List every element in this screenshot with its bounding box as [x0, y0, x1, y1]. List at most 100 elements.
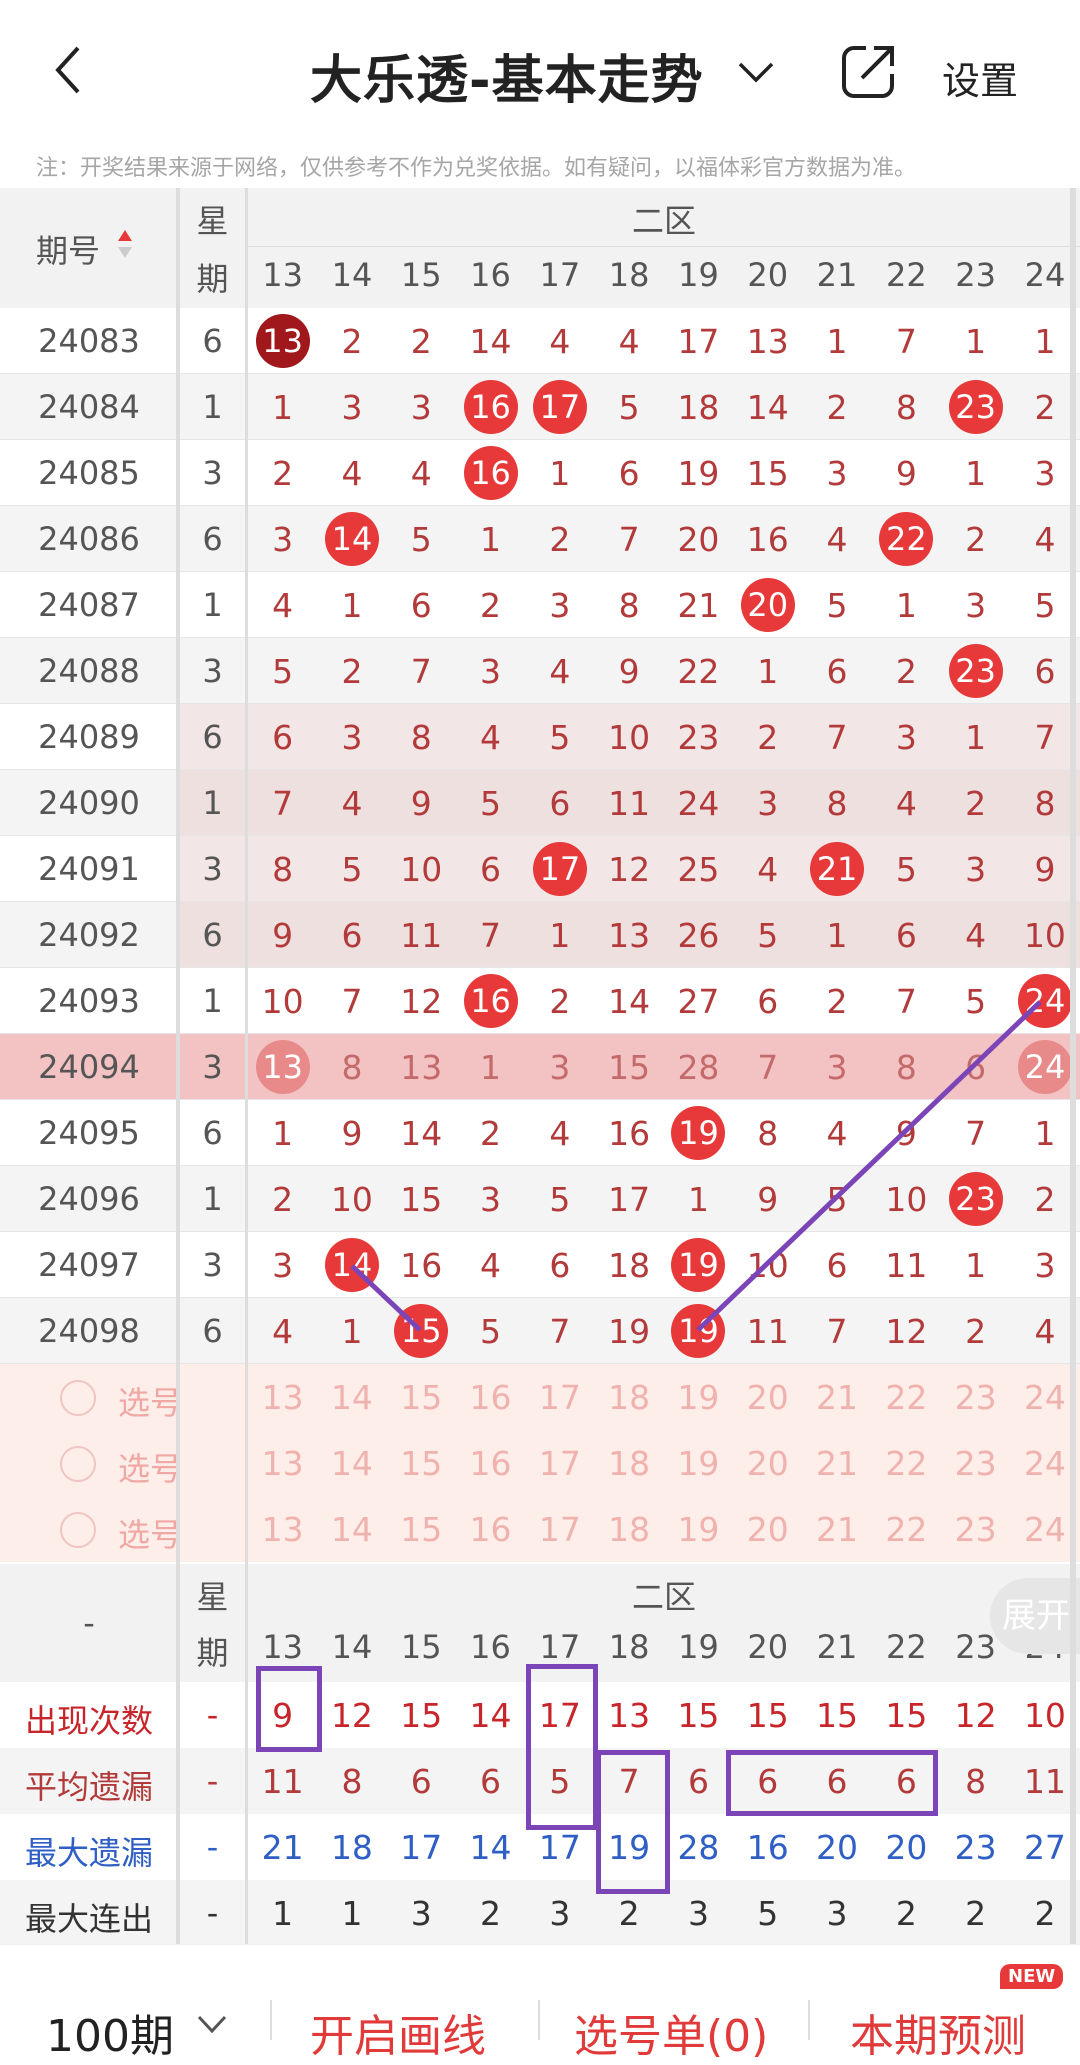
- footer-separator: [808, 2000, 810, 2040]
- pick-number[interactable]: 22: [872, 1444, 941, 1483]
- stats-value: 2: [895, 1894, 917, 1933]
- stats-value: 3: [687, 1894, 709, 1933]
- pick-number[interactable]: 17: [525, 1444, 594, 1483]
- expand-button[interactable]: 展开: [990, 1578, 1080, 1654]
- pick-label[interactable]: 选号: [118, 1444, 182, 1490]
- stats-value: 20: [885, 1828, 928, 1867]
- scrollbar[interactable]: [1070, 188, 1076, 1944]
- pick-number[interactable]: 19: [664, 1510, 733, 1549]
- predict-button[interactable]: 本期预测: [850, 2000, 1026, 2064]
- chevron-down-icon[interactable]: [196, 2014, 228, 2036]
- column-header: 14: [331, 1628, 373, 1666]
- stats-value: 13: [608, 1696, 651, 1735]
- pick-radio[interactable]: [60, 1446, 96, 1482]
- pick-number[interactable]: 23: [941, 1444, 1010, 1483]
- pick-number[interactable]: 13: [248, 1378, 317, 1417]
- trend-line-2: [696, 1000, 1042, 1332]
- pick-number[interactable]: 14: [317, 1444, 386, 1483]
- stats-value: 5: [757, 1894, 779, 1933]
- stats-label: 最大连出: [24, 1900, 153, 1938]
- stats-label: 出现次数: [24, 1702, 153, 1740]
- pick-list-button[interactable]: 选号单(0): [574, 2000, 768, 2064]
- pick-number[interactable]: 22: [872, 1378, 941, 1417]
- pick-number[interactable]: 17: [525, 1378, 594, 1417]
- pick-number[interactable]: 18: [595, 1444, 664, 1483]
- pick-number[interactable]: 16: [456, 1444, 525, 1483]
- stats-value: 18: [330, 1828, 373, 1867]
- highlight-box-4: [726, 1750, 938, 1816]
- stats-value: 28: [677, 1828, 720, 1867]
- stats-dash: -: [206, 1894, 219, 1932]
- pick-number[interactable]: 23: [941, 1510, 1010, 1549]
- pick-label[interactable]: 选号: [118, 1378, 182, 1424]
- stats-value: 14: [469, 1828, 512, 1867]
- stats-value: 2: [618, 1894, 640, 1933]
- highlight-box-2: [526, 1664, 598, 1830]
- pick-number[interactable]: 15: [387, 1378, 456, 1417]
- column-header: 20: [747, 1628, 789, 1666]
- pick-number[interactable]: 16: [456, 1510, 525, 1549]
- column-header: 15: [400, 1628, 442, 1666]
- column-header: 18: [608, 1628, 650, 1666]
- stats-value: 15: [400, 1696, 443, 1735]
- pick-number[interactable]: 15: [387, 1510, 456, 1549]
- pick-number[interactable]: 21: [802, 1444, 871, 1483]
- stats-zone-header: 二区: [631, 1578, 696, 1616]
- pick-number[interactable]: 15: [387, 1444, 456, 1483]
- stats-value: 3: [826, 1894, 848, 1933]
- pick-number[interactable]: 20: [733, 1378, 802, 1417]
- draw-lines-button[interactable]: 开启画线: [310, 2000, 486, 2064]
- pick-number[interactable]: 19: [664, 1444, 733, 1483]
- pick-number[interactable]: 18: [595, 1510, 664, 1549]
- pick-radio[interactable]: [60, 1380, 96, 1416]
- stats-value: 15: [677, 1696, 720, 1735]
- stats-label: 最大遗漏: [24, 1834, 153, 1872]
- pick-number[interactable]: 22: [872, 1510, 941, 1549]
- pick-number[interactable]: 13: [248, 1444, 317, 1483]
- pick-radio[interactable]: [60, 1512, 96, 1548]
- pick-number[interactable]: 13: [248, 1510, 317, 1549]
- stats-value: 15: [746, 1696, 789, 1735]
- footer-separator: [538, 2000, 540, 2040]
- stats-value: 20: [816, 1828, 859, 1867]
- stats-week-header-1: 星: [196, 1578, 229, 1616]
- stats-week-header-2: 期: [196, 1634, 229, 1672]
- pick-number[interactable]: 14: [317, 1378, 386, 1417]
- pick-number[interactable]: 18: [595, 1378, 664, 1417]
- pick-number[interactable]: 20: [733, 1444, 802, 1483]
- stats-value: 2: [480, 1894, 502, 1933]
- stats-value: 14: [469, 1696, 512, 1735]
- pick-number[interactable]: 21: [802, 1510, 871, 1549]
- divider: [245, 188, 248, 1944]
- stats-value: 17: [538, 1828, 581, 1867]
- column-header: 21: [816, 1628, 858, 1666]
- stats-value: 15: [816, 1696, 859, 1735]
- pick-number[interactable]: 20: [733, 1510, 802, 1549]
- highlight-box-1: [256, 1666, 322, 1752]
- stats-value: 6: [687, 1762, 709, 1801]
- column-header: 17: [539, 1628, 581, 1666]
- stats-value: 3: [549, 1894, 571, 1933]
- column-header: 13: [262, 1628, 303, 1666]
- pick-label[interactable]: 选号: [118, 1510, 182, 1556]
- stats-value: 15: [885, 1696, 928, 1735]
- stats-value: 23: [954, 1828, 997, 1867]
- pick-number[interactable]: 19: [664, 1378, 733, 1417]
- footer-separator: [270, 2000, 272, 2040]
- stats-value: 12: [954, 1696, 997, 1735]
- column-header: 19: [678, 1628, 719, 1666]
- stats-dash-header: -: [83, 1604, 95, 1642]
- pick-number[interactable]: 16: [456, 1378, 525, 1417]
- stats-value: 1: [341, 1894, 363, 1933]
- column-header: 22: [885, 1628, 927, 1666]
- pick-number[interactable]: 14: [317, 1510, 386, 1549]
- stats-value: 16: [746, 1828, 789, 1867]
- period-selector[interactable]: 100期: [46, 2000, 174, 2064]
- stats-value: 8: [341, 1762, 363, 1801]
- trend-line-1: [350, 1264, 422, 1332]
- pick-number[interactable]: 17: [525, 1510, 594, 1549]
- stats-value: 1: [272, 1894, 294, 1933]
- pick-number[interactable]: 23: [941, 1378, 1010, 1417]
- stats-label: 平均遗漏: [24, 1768, 153, 1806]
- pick-number[interactable]: 21: [802, 1378, 871, 1417]
